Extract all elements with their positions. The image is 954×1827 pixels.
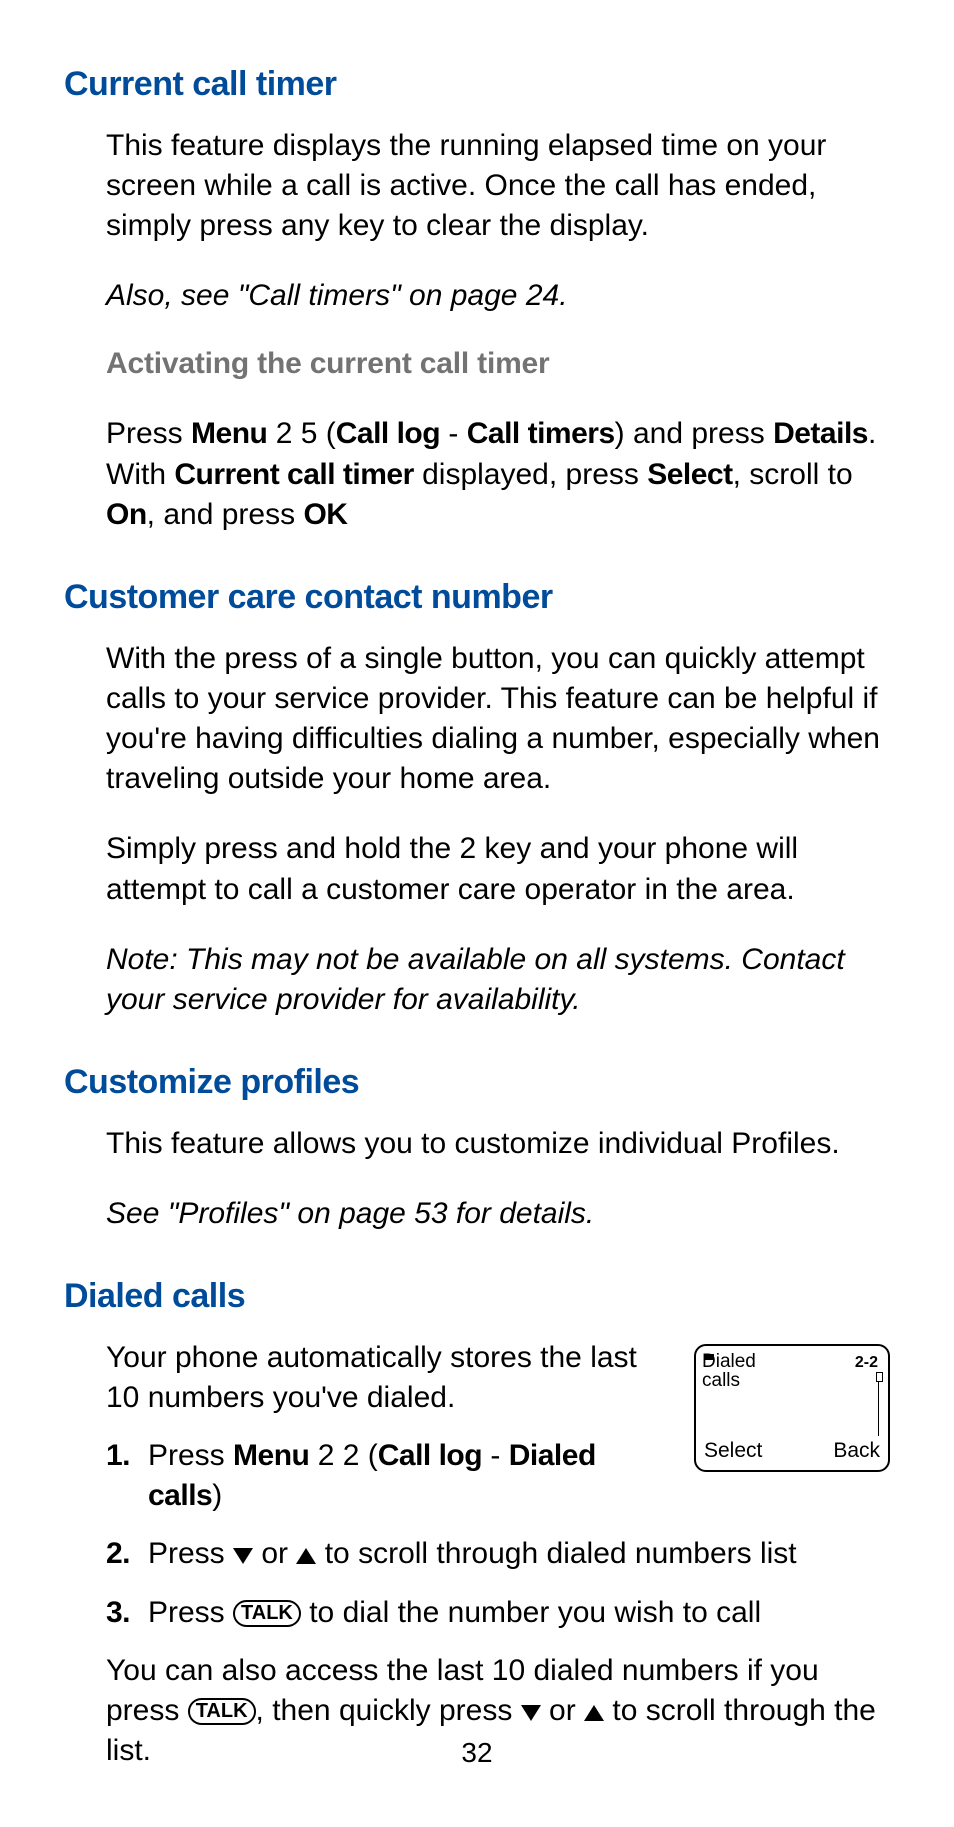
screen-title-line1: Dialed — [702, 1351, 756, 1372]
softkey-ok: OK — [303, 498, 347, 531]
menu-call-log: Call log — [378, 1439, 482, 1472]
step2-body: Press or to scroll through dialed number… — [148, 1534, 890, 1574]
step-number: 2. — [106, 1534, 148, 1574]
customer-care-p2: Simply press and hold the 2 key and your… — [106, 829, 890, 909]
arrow-down-icon — [521, 1705, 541, 1721]
text: or — [541, 1694, 584, 1727]
text: - — [440, 417, 467, 450]
text: , then quickly press — [256, 1694, 521, 1727]
arrow-up-icon — [584, 1705, 604, 1721]
option-on: On — [106, 498, 147, 531]
text: 2 5 ( — [267, 417, 335, 450]
customer-care-p1: With the press of a single button, you c… — [106, 639, 890, 800]
menu-call-log: Call log — [336, 417, 440, 450]
talk-key-icon: TALK — [188, 1698, 256, 1725]
text: ) and press — [615, 417, 773, 450]
softkey-details: Details — [773, 417, 868, 450]
key-menu: Menu — [191, 417, 267, 450]
text: , scroll to — [733, 458, 853, 491]
dialed-calls-text: Your phone automatically stores the last… — [106, 1338, 666, 1517]
heading-customer-care: Customer care contact number — [64, 575, 890, 621]
scrollbar-icon — [876, 1372, 882, 1440]
heading-customize-profiles: Customize profiles — [64, 1060, 890, 1106]
text: or — [253, 1537, 296, 1570]
activating-timer-steps: Press Menu 2 5 (Call log - Call timers) … — [106, 414, 890, 535]
customize-profiles-body: This feature allows you to customize ind… — [106, 1124, 890, 1164]
screen-title-line2: calls — [702, 1370, 740, 1391]
text: displayed, press — [414, 458, 647, 491]
list-item: 3. Press TALK to dial the number you wis… — [106, 1593, 890, 1633]
step-number: 3. — [106, 1593, 148, 1633]
heading-current-call-timer: Current call timer — [64, 62, 890, 108]
manual-page: Current call timer This feature displays… — [0, 0, 954, 1827]
text: Press — [148, 1537, 233, 1570]
customer-care-note: Note: This may not be available on all s… — [106, 940, 890, 1020]
text: 2 2 ( — [309, 1439, 377, 1472]
dialed-calls-row: Dialed calls 2-2 Select Back Your phone … — [106, 1338, 890, 1535]
text: to scroll through dialed numbers list — [316, 1537, 796, 1570]
text: ) — [212, 1479, 222, 1512]
list-item: 2. Press or to scroll through dialed num… — [106, 1534, 890, 1574]
text: Press — [148, 1439, 233, 1472]
arrow-up-icon — [296, 1548, 316, 1564]
menu-call-timers: Call timers — [467, 417, 615, 450]
text: Press — [148, 1596, 233, 1629]
screen-indicator: 2-2 — [855, 1352, 878, 1373]
talk-key-icon: TALK — [233, 1600, 301, 1627]
customize-profiles-crossref: See "Profiles" on page 53 for details. — [106, 1194, 890, 1234]
softkey-left-label: Select — [704, 1437, 762, 1465]
text: , and press — [147, 498, 304, 531]
step3-body: Press TALK to dial the number you wish t… — [148, 1593, 890, 1633]
current-call-timer-body: This feature displays the running elapse… — [106, 126, 890, 247]
screen-title: Dialed calls — [702, 1352, 756, 1390]
page-number: 32 — [0, 1734, 954, 1772]
dialed-calls-intro: Your phone automatically stores the last… — [106, 1338, 666, 1418]
heading-dialed-calls: Dialed calls — [64, 1274, 890, 1320]
key-menu: Menu — [233, 1439, 309, 1472]
list-item: 1. Press Menu 2 2 (Call log - Dialed cal… — [106, 1436, 666, 1516]
step-number: 1. — [106, 1436, 148, 1516]
option-current-call-timer: Current call timer — [174, 458, 413, 491]
text: - — [482, 1439, 509, 1472]
subheading-activating-timer: Activating the current call timer — [106, 344, 890, 384]
arrow-down-icon — [233, 1548, 253, 1564]
current-call-timer-crossref: Also, see "Call timers" on page 24. — [106, 276, 890, 316]
step1-body: Press Menu 2 2 (Call log - Dialed calls) — [148, 1436, 666, 1516]
text: Press — [106, 417, 191, 450]
dialed-calls-steps-continued: 2. Press or to scroll through dialed num… — [106, 1534, 890, 1632]
phone-screen-figure: Dialed calls 2-2 Select Back — [694, 1344, 890, 1472]
text: to dial the number you wish to call — [301, 1596, 761, 1629]
softkey-right-label: Back — [833, 1437, 880, 1465]
softkey-select: Select — [647, 458, 732, 491]
